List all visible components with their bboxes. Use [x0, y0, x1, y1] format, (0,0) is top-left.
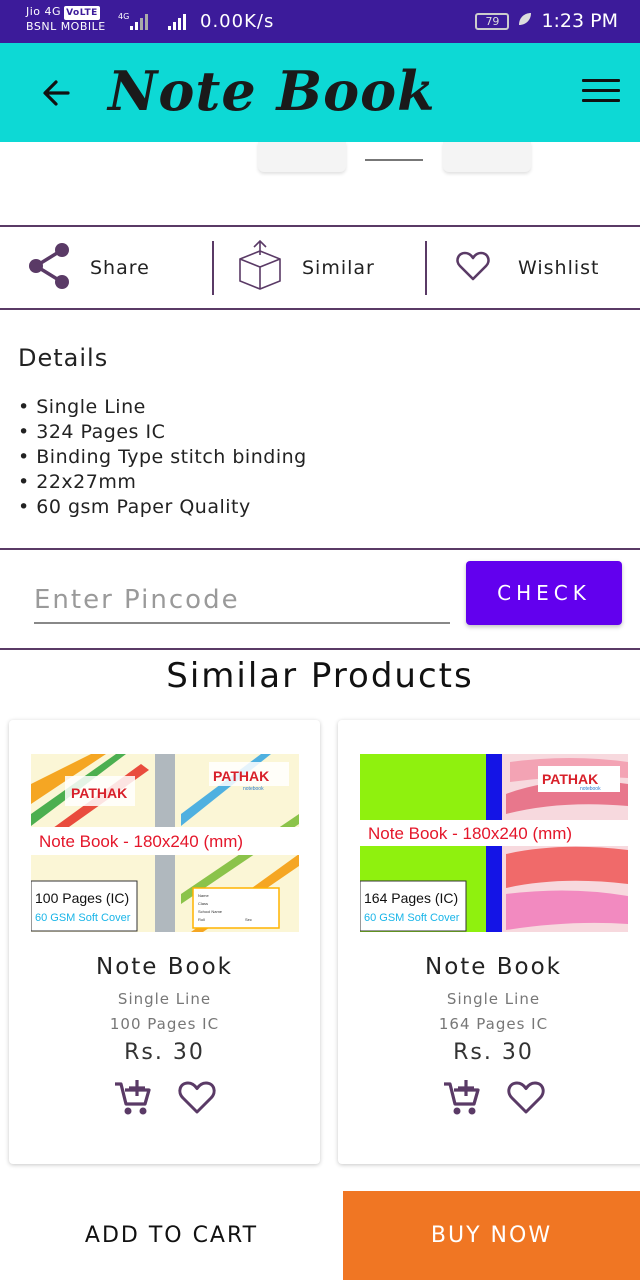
product-image[interactable]: PATHAK notebook Note Book - 180x240 (mm)…: [360, 754, 628, 932]
divider: [0, 548, 640, 550]
details-title: Details: [18, 344, 109, 372]
wishlist-label: Wishlist: [518, 257, 600, 279]
net-type-label: 4G: [118, 12, 129, 21]
product-price: Rs. 30: [124, 1040, 205, 1065]
svg-text:PATHAK: PATHAK: [213, 768, 269, 784]
svg-text:Name: Name: [198, 893, 209, 898]
similar-button[interactable]: Similar: [236, 227, 375, 309]
similar-products-title: Similar Products: [166, 656, 474, 696]
card-actions: [338, 1078, 640, 1122]
status-right: 79 1:23 PM: [475, 10, 618, 32]
svg-text:Note Book - 180x240 (mm): Note Book - 180x240 (mm): [39, 832, 243, 851]
add-to-cart-button[interactable]: ADD TO CART: [0, 1191, 343, 1280]
heart-icon[interactable]: [506, 1078, 546, 1122]
buy-now-button[interactable]: BUY NOW: [343, 1191, 640, 1280]
svg-text:Class: Class: [198, 901, 208, 906]
carrier-info: Jio 4G VoLTE BSNL MOBILE: [26, 5, 106, 34]
svg-text:164 Pages (IC): 164 Pages (IC): [364, 890, 458, 906]
product-pages: 100 Pages IC: [109, 1015, 220, 1033]
brand-logo: PATHAK notebook: [538, 766, 620, 792]
battery-icon: 79: [475, 12, 510, 30]
carousel-indicator: [365, 159, 423, 161]
pincode-input[interactable]: [34, 578, 450, 624]
detail-item: 60 gsm Paper Quality: [18, 495, 307, 520]
divider: [425, 241, 427, 295]
share-button[interactable]: Share: [28, 227, 150, 309]
svg-text:Roll: Roll: [198, 917, 205, 922]
svg-text:PATHAK: PATHAK: [542, 771, 598, 787]
add-cart-icon[interactable]: [442, 1078, 482, 1122]
status-bar: Jio 4G VoLTE BSNL MOBILE 4G 0.00K/s 79 1:…: [0, 0, 640, 43]
divider: [212, 241, 214, 295]
hamburger-menu-icon[interactable]: [582, 79, 620, 109]
detail-item: Binding Type stitch binding: [18, 445, 307, 470]
details-list: Single Line 324 Pages IC Binding Type st…: [18, 395, 307, 520]
leaf-icon: [517, 10, 533, 32]
clock: 1:23 PM: [541, 10, 618, 32]
divider: [0, 648, 640, 650]
detail-item: Single Line: [18, 395, 307, 420]
page-title: Note Book: [108, 59, 436, 123]
wishlist-button[interactable]: Wishlist: [456, 227, 600, 309]
detail-item: 324 Pages IC: [18, 420, 307, 445]
product-name: Note Book: [96, 954, 233, 980]
divider: [0, 308, 640, 310]
signal-icon: 4G: [118, 12, 192, 36]
svg-text:notebook: notebook: [580, 786, 601, 792]
svg-text:Note Book - 180x240 (mm): Note Book - 180x240 (mm): [368, 824, 572, 843]
product-price: Rs. 30: [453, 1040, 534, 1065]
app-bar: Note Book: [0, 43, 640, 142]
product-card[interactable]: PATHAK notebook Note Book - 180x240 (mm)…: [338, 720, 640, 1164]
product-line: Single Line: [117, 990, 212, 1008]
svg-text:School Name: School Name: [198, 909, 223, 914]
card-actions: [9, 1078, 320, 1122]
heart-icon[interactable]: [177, 1078, 217, 1122]
name-form: Name Class School Name Roll Sec: [192, 887, 280, 929]
carrier-secondary: BSNL MOBILE: [26, 20, 106, 33]
svg-text:PATHAK: PATHAK: [71, 785, 127, 801]
check-button[interactable]: CHECK: [466, 561, 622, 625]
product-pages: 164 Pages IC: [438, 1015, 549, 1033]
carrier-primary: Jio 4G: [26, 5, 62, 18]
share-label: Share: [90, 257, 150, 279]
add-cart-icon[interactable]: [113, 1078, 153, 1122]
svg-text:60 GSM Soft Cover: 60 GSM Soft Cover: [364, 912, 460, 924]
detail-item: 22x27mm: [18, 470, 307, 495]
product-card[interactable]: PATHAK PATHAK notebook Note Book - 180x2…: [9, 720, 320, 1164]
image-thumb-stub[interactable]: [258, 142, 346, 172]
product-line: Single Line: [446, 990, 541, 1008]
product-image[interactable]: PATHAK PATHAK notebook Note Book - 180x2…: [31, 754, 299, 932]
box-icon: [236, 239, 284, 297]
svg-text:100 Pages (IC): 100 Pages (IC): [35, 890, 129, 906]
network-speed: 0.00K/s: [200, 11, 275, 32]
similar-label: Similar: [302, 257, 375, 279]
volte-badge: VoLTE: [64, 6, 100, 20]
image-thumb-stub[interactable]: [443, 142, 531, 172]
svg-text:Sec: Sec: [245, 917, 252, 922]
share-icon: [28, 242, 72, 294]
arrow-left-icon[interactable]: [38, 73, 78, 113]
heart-icon: [456, 251, 490, 285]
svg-text:60 GSM Soft Cover: 60 GSM Soft Cover: [35, 912, 131, 924]
product-name: Note Book: [425, 954, 562, 980]
svg-text:notebook: notebook: [243, 786, 264, 792]
